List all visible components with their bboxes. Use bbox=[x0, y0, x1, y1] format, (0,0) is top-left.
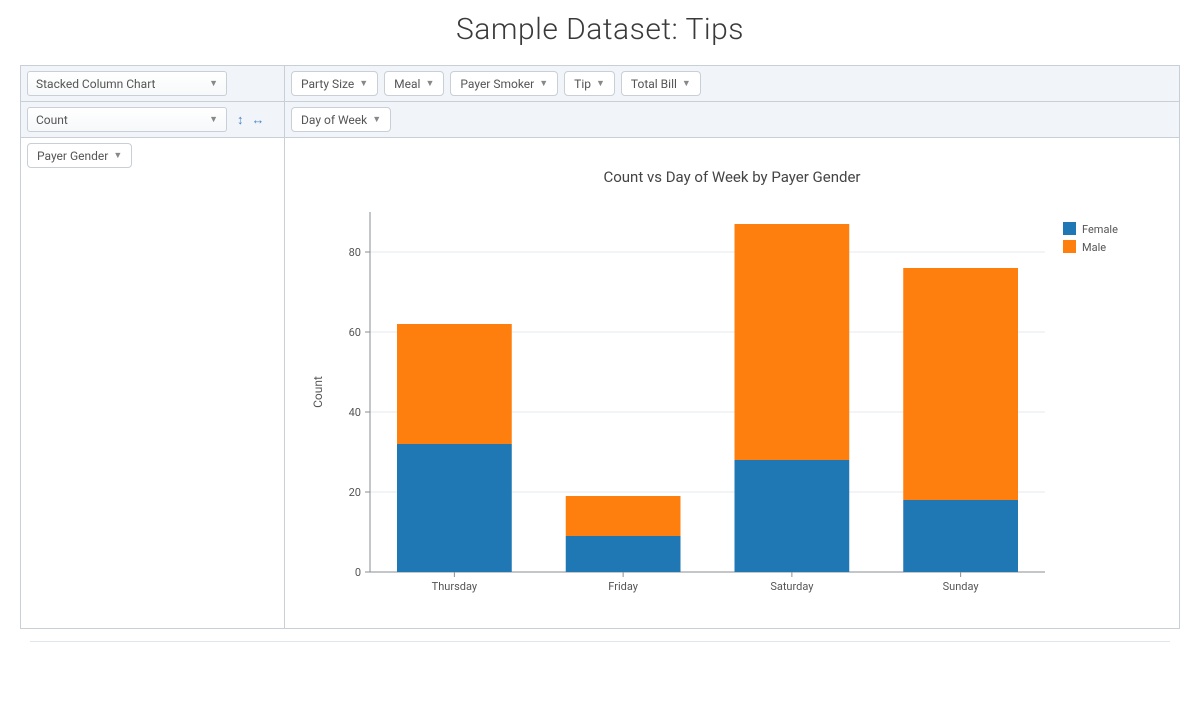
chevron-down-icon: ▼ bbox=[682, 78, 691, 89]
column-field-label: Party Size bbox=[301, 77, 354, 91]
svg-text:Sunday: Sunday bbox=[943, 580, 980, 593]
series-fields-area[interactable]: Payer Gender ▼ bbox=[21, 138, 285, 628]
column-field-pill[interactable]: Tip ▼ bbox=[564, 71, 615, 96]
pivot-ui: Stacked Column Chart ▼ Party Size▼Meal▼P… bbox=[20, 65, 1180, 629]
svg-text:Male: Male bbox=[1082, 241, 1106, 254]
chevron-down-icon: ▼ bbox=[372, 114, 381, 125]
column-field-label: Payer Smoker bbox=[460, 77, 534, 91]
bar-segment bbox=[735, 460, 850, 572]
column-field-pill[interactable]: Total Bill ▼ bbox=[621, 71, 701, 96]
column-field-label: Tip bbox=[574, 77, 591, 91]
column-field-pill[interactable]: Party Size ▼ bbox=[291, 71, 378, 96]
bar-segment bbox=[397, 324, 512, 444]
column-fields-area[interactable]: Party Size▼Meal▼Payer Smoker▼Tip▼Total B… bbox=[285, 66, 1179, 102]
chevron-down-icon: ▼ bbox=[113, 150, 122, 161]
sort-controls: ↕ ↔ bbox=[237, 112, 265, 128]
page-title: Sample Dataset: Tips bbox=[0, 0, 1200, 65]
column-field-pill[interactable]: Payer Smoker ▼ bbox=[450, 71, 558, 96]
series-field-pill[interactable]: Payer Gender ▼ bbox=[27, 143, 132, 168]
series-field-label: Payer Gender bbox=[37, 149, 108, 163]
aggregator-value: Count bbox=[36, 113, 68, 127]
cell-aggregator: Count ▼ ↕ ↔ bbox=[21, 102, 285, 138]
row-field-pill[interactable]: Day of Week ▼ bbox=[291, 107, 391, 132]
chart-type-value: Stacked Column Chart bbox=[36, 77, 155, 91]
svg-text:0: 0 bbox=[355, 566, 361, 579]
svg-text:Count: Count bbox=[311, 376, 325, 408]
chevron-down-icon: ▼ bbox=[209, 78, 218, 89]
svg-text:Female: Female bbox=[1082, 223, 1118, 236]
svg-text:60: 60 bbox=[349, 326, 361, 339]
chart-cell: Count vs Day of Week by Payer Gender 0 20… bbox=[285, 138, 1179, 628]
row-field-label: Day of Week bbox=[301, 113, 367, 127]
column-field-pill[interactable]: Meal ▼ bbox=[384, 71, 444, 96]
bar-segment bbox=[566, 496, 681, 536]
svg-text:20: 20 bbox=[349, 486, 361, 499]
svg-text:Saturday: Saturday bbox=[770, 580, 814, 593]
sort-vertical-icon[interactable]: ↕ bbox=[237, 112, 244, 128]
chevron-down-icon: ▼ bbox=[596, 78, 605, 89]
chevron-down-icon: ▼ bbox=[539, 78, 548, 89]
svg-text:80: 80 bbox=[349, 246, 361, 259]
svg-text:Friday: Friday bbox=[608, 580, 638, 593]
chart-title: Count vs Day of Week by Payer Gender bbox=[285, 138, 1179, 192]
chart-area: Count vs Day of Week by Payer Gender 0 20… bbox=[285, 138, 1179, 628]
bar-segment bbox=[903, 500, 1018, 572]
svg-text:40: 40 bbox=[349, 406, 361, 419]
stacked-bar-chart: 0 20 40 60 80 Count Thursday Friday Saturday Sund… bbox=[285, 192, 1175, 612]
row-fields-area[interactable]: Day of Week ▼ bbox=[285, 102, 1179, 138]
bar-segment bbox=[735, 224, 850, 460]
sort-horizontal-icon[interactable]: ↔ bbox=[252, 112, 265, 128]
chevron-down-icon: ▼ bbox=[425, 78, 434, 89]
svg-text:Thursday: Thursday bbox=[432, 580, 478, 593]
bar-segment bbox=[903, 268, 1018, 500]
chart-type-select[interactable]: Stacked Column Chart ▼ bbox=[27, 71, 227, 96]
divider bbox=[30, 641, 1170, 642]
bar-segment bbox=[397, 444, 512, 572]
column-field-label: Meal bbox=[394, 77, 420, 91]
legend: Female Male bbox=[1063, 222, 1118, 254]
chevron-down-icon: ▼ bbox=[359, 78, 368, 89]
cell-chart-type: Stacked Column Chart ▼ bbox=[21, 66, 285, 102]
bar-segment bbox=[566, 536, 681, 572]
column-field-label: Total Bill bbox=[631, 77, 677, 91]
chevron-down-icon: ▼ bbox=[209, 114, 218, 125]
aggregator-select[interactable]: Count ▼ bbox=[27, 107, 227, 132]
